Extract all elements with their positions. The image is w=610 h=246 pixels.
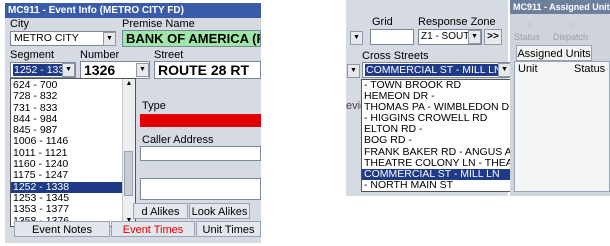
lower-field[interactable] bbox=[140, 178, 261, 200]
number-value: 1326 bbox=[84, 62, 116, 78]
col-unit-header[interactable]: Unit bbox=[518, 63, 538, 75]
left-dropdown-icon[interactable]: ▼ bbox=[347, 64, 360, 78]
tab-assigned-units[interactable]: Assigned Units bbox=[516, 45, 592, 61]
scroll-up-icon[interactable]: ▲ bbox=[123, 79, 135, 89]
response-zone-label: Response Zone bbox=[418, 16, 496, 28]
premise-value: BANK OF AMERICA (R bbox=[126, 31, 261, 46]
type-label: Type bbox=[142, 100, 166, 112]
next-button[interactable]: >> bbox=[484, 29, 502, 45]
segment-label: Segment bbox=[10, 49, 55, 61]
type-field[interactable] bbox=[140, 114, 261, 127]
assigned-units-table bbox=[514, 61, 610, 192]
tab-event-notes[interactable]: Event Notes bbox=[14, 221, 110, 237]
assigned-units-title: MC911 - Assigned Units bbox=[510, 0, 610, 14]
cross-streets-select[interactable]: COMMERCIAL ST - MILL LN bbox=[362, 62, 512, 78]
tab-unit-times[interactable]: Unit Times bbox=[196, 221, 261, 237]
premise-label: Premise Name bbox=[122, 18, 195, 30]
grid-label: Grid bbox=[372, 16, 393, 28]
caller-address-label: Caller Address bbox=[142, 134, 214, 146]
number-label: Number bbox=[80, 49, 120, 61]
status-icon: ● bbox=[525, 16, 535, 32]
city-label: City bbox=[10, 18, 29, 30]
caller-address-field[interactable] bbox=[140, 146, 261, 161]
cross-streets-value: COMMERCIAL ST - MILL LN bbox=[365, 64, 503, 76]
segment-value: 1252 - 133 bbox=[13, 64, 66, 76]
segment-option[interactable]: 728 - 832 bbox=[11, 90, 123, 102]
city-select[interactable]: METRO CITY bbox=[10, 31, 116, 46]
dispatch-icon: ➔ bbox=[563, 16, 575, 32]
tab-look-alikes[interactable]: Look Alikes bbox=[189, 203, 250, 219]
segment-dropdown-list[interactable]: 624 - 700 728 - 832 731 - 833 844 - 984 845 … bbox=[10, 78, 136, 227]
col-status-header[interactable]: Status bbox=[574, 63, 605, 75]
street-field[interactable]: ROUTE 28 RT bbox=[154, 61, 261, 79]
tab-event-times[interactable]: Event Times bbox=[111, 221, 195, 237]
response-zone-dropdown-icon[interactable]: ▼ bbox=[468, 30, 481, 44]
street-value: ROUTE 28 RT bbox=[158, 62, 250, 78]
event-info-title: MC911 - Event Info (METRO CITY FD) bbox=[5, 3, 261, 18]
city-dropdown-icon[interactable]: ▼ bbox=[103, 32, 116, 46]
tab-find-alikes[interactable]: d Alikes bbox=[133, 203, 188, 219]
city-value: METRO CITY bbox=[14, 32, 79, 44]
premise-name-field[interactable]: BANK OF AMERICA (R bbox=[122, 30, 261, 47]
segment-option[interactable]: 1353 - 1377 bbox=[11, 203, 123, 215]
dispatch-button[interactable]: Dispatch bbox=[553, 32, 588, 42]
segment-dropdown-icon[interactable]: ▼ bbox=[62, 63, 75, 77]
street-label: Street bbox=[154, 49, 184, 61]
status-button[interactable]: Status bbox=[514, 32, 540, 42]
cross-streets-label: Cross Streets bbox=[362, 50, 429, 62]
scroll-thumb[interactable] bbox=[124, 151, 133, 196]
grid-field[interactable] bbox=[370, 29, 414, 45]
prev-dropdown-icon[interactable]: ▼ bbox=[350, 31, 363, 45]
number-dropdown-icon[interactable]: ▼ bbox=[136, 63, 149, 77]
segment-option[interactable]: 1175 - 1247 bbox=[11, 170, 123, 182]
